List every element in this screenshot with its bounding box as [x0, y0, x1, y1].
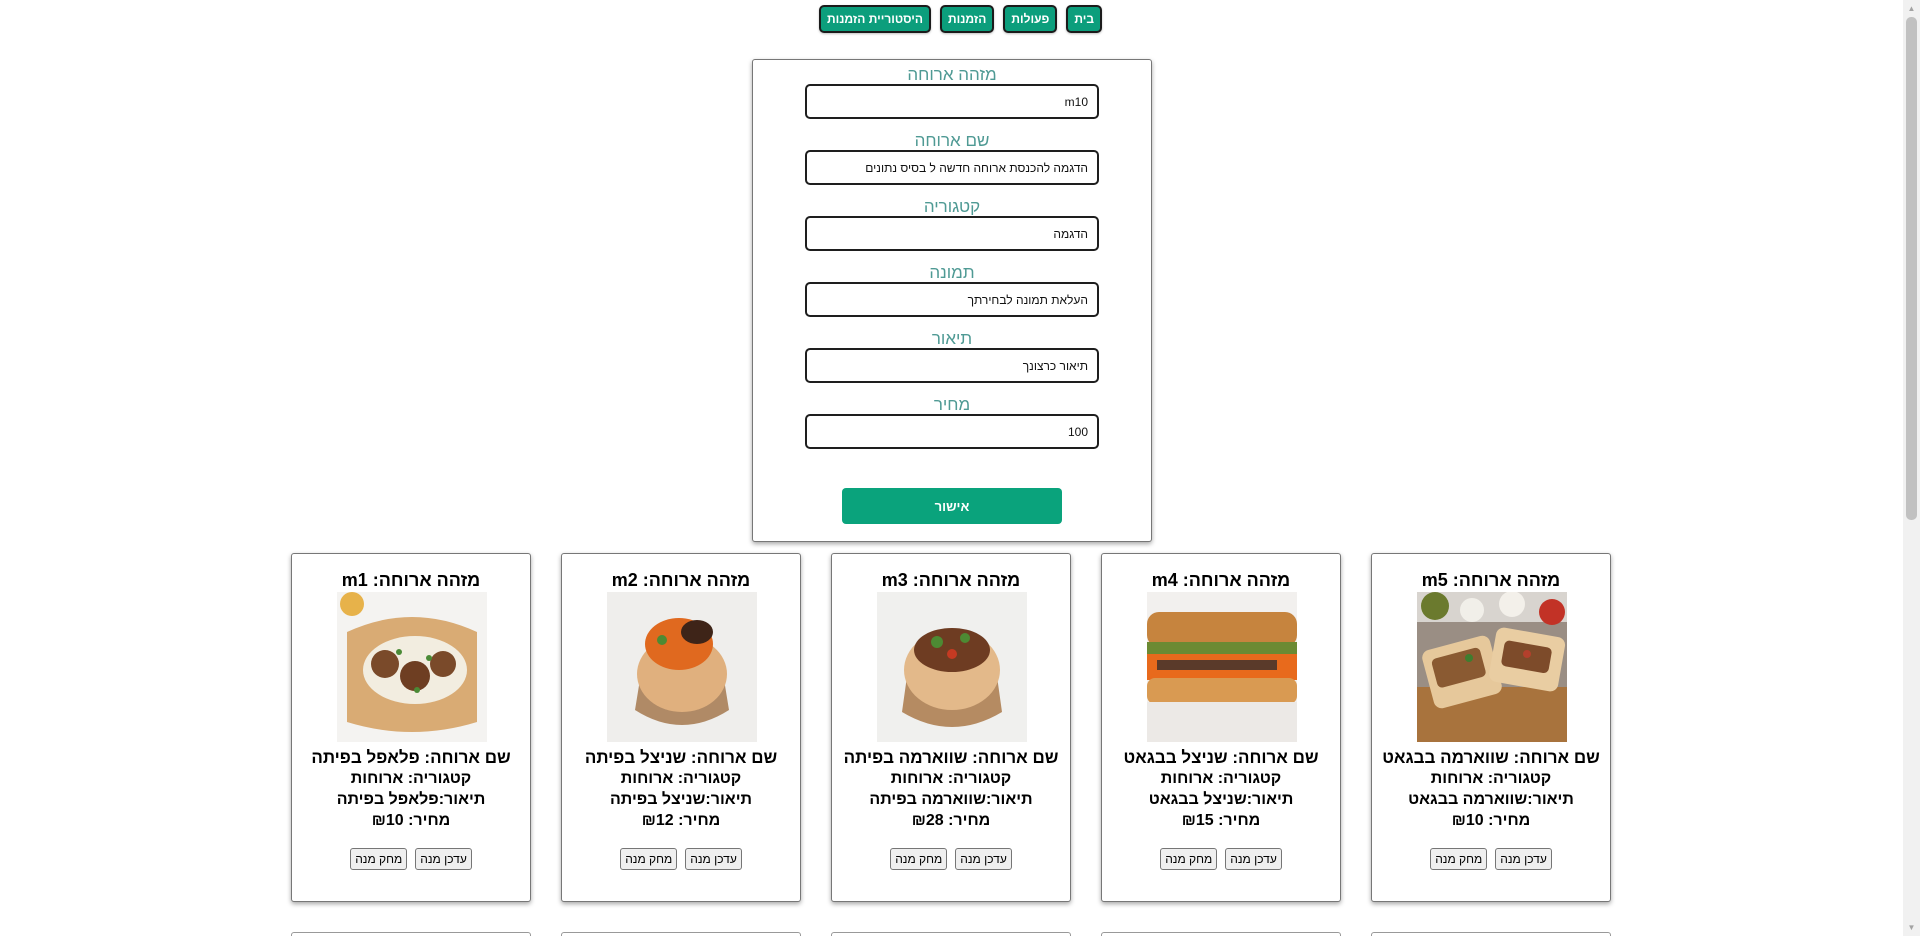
meal-price: מחיר: ₪10	[1451, 812, 1531, 829]
scroll-down-arrow-icon[interactable]: ▼	[1903, 919, 1920, 936]
meal-name: שם ארוחה: שניצל בפיתה	[584, 748, 778, 767]
meal-card: מזהה ארוחה: m1 שם ארוחה: פלאפל בפיתה קטג…	[291, 553, 531, 902]
delete-meal-button[interactable]: מחק מנה	[620, 848, 678, 870]
meal-name-field: שם ארוחה	[805, 132, 1099, 185]
meal-name-label: שם ארוחה	[914, 131, 990, 150]
meal-card-partial	[1371, 932, 1611, 936]
description-field: תיאור	[805, 330, 1099, 383]
nav-orders-button[interactable]: הזמנות	[939, 5, 995, 33]
meal-card-partial	[561, 932, 801, 936]
delete-meal-button[interactable]: מחק מנה	[890, 848, 948, 870]
meal-card-id: מזהה ארוחה: m4	[1151, 570, 1291, 590]
meal-category: קטגוריה: ארוחות	[1160, 770, 1282, 787]
meal-card: מזהה ארוחה: m5 שם ארוחה: שווארמה בבגאט ק…	[1371, 553, 1611, 902]
meal-actions: עדכן מנה מחק מנה	[1102, 848, 1340, 870]
delete-meal-button[interactable]: מחק מנה	[1160, 848, 1218, 870]
meal-name: שם ארוחה: שניצל בבגאט	[1123, 748, 1319, 767]
meal-id-input[interactable]	[805, 84, 1099, 119]
meal-image	[1147, 592, 1297, 742]
nav-home-button[interactable]: בית	[1066, 5, 1103, 33]
category-label: קטגוריה	[923, 197, 981, 216]
meal-actions: עדכן מנה מחק מנה	[1372, 848, 1610, 870]
meal-description: תיאור:שניצל בפיתה	[609, 791, 753, 808]
meal-card-partial	[291, 932, 531, 936]
meal-details: שם ארוחה: שניצל בבגאט קטגוריה: ארוחות תי…	[1102, 747, 1340, 831]
meal-card-id: מזהה ארוחה: m3	[881, 570, 1021, 590]
image-input[interactable]	[805, 282, 1099, 317]
meal-image	[337, 592, 487, 742]
meal-price: מחיר: ₪10	[371, 812, 451, 829]
meal-details: שם ארוחה: שווארמה בבגאט קטגוריה: ארוחות …	[1372, 747, 1610, 831]
add-meal-form: מזהה ארוחה שם ארוחה קטגוריה תמונה תיאור …	[752, 59, 1152, 542]
meal-card-id: מזהה ארוחה: m2	[611, 570, 751, 590]
meal-name: שם ארוחה: שווארמה בבגאט	[1382, 748, 1600, 767]
price-field: מחיר	[805, 396, 1099, 449]
meal-image	[607, 592, 757, 742]
category-field: קטגוריה	[805, 198, 1099, 251]
update-meal-button[interactable]: עדכן מנה	[1225, 848, 1282, 870]
image-label: תמונה	[929, 263, 975, 282]
meal-description: תיאור:שווארמה בפיתה	[869, 791, 1033, 808]
update-meal-button[interactable]: עדכן מנה	[1495, 848, 1552, 870]
meal-image	[877, 592, 1027, 742]
meal-details: שם ארוחה: שניצל בפיתה קטגוריה: ארוחות תי…	[562, 747, 800, 831]
update-meal-button[interactable]: עדכן מנה	[415, 848, 472, 870]
meal-details: שם ארוחה: פלאפל בפיתה קטגוריה: ארוחות תי…	[292, 747, 530, 831]
nav-actions-button[interactable]: פעולות	[1003, 5, 1058, 33]
category-input[interactable]	[805, 216, 1099, 251]
meal-actions: עדכן מנה מחק מנה	[562, 848, 800, 870]
meal-name: שם ארוחה: פלאפל בפיתה	[311, 748, 511, 767]
scroll-up-arrow-icon[interactable]: ▲	[1903, 0, 1920, 17]
meal-card: מזהה ארוחה: m3 שם ארוחה: שווארמה בפיתה ק…	[831, 553, 1071, 902]
vertical-scrollbar[interactable]: ▲ ▼	[1903, 0, 1920, 936]
meal-card: מזהה ארוחה: m4 שם ארוחה: שניצל בבגאט קטג…	[1101, 553, 1341, 902]
meal-category: קטגוריה: ארוחות	[620, 770, 742, 787]
submit-button[interactable]: אישור	[842, 488, 1062, 524]
meal-card-id: מזהה ארוחה: m5	[1421, 570, 1561, 590]
meal-card-partial	[1101, 932, 1341, 936]
meal-details: שם ארוחה: שווארמה בפיתה קטגוריה: ארוחות …	[832, 747, 1070, 831]
nav-order-history-button[interactable]: היסטוריית הזמנות	[819, 5, 931, 33]
meal-name-input[interactable]	[805, 150, 1099, 185]
image-field: תמונה	[805, 264, 1099, 317]
update-meal-button[interactable]: עדכן מנה	[955, 848, 1012, 870]
delete-meal-button[interactable]: מחק מנה	[1430, 848, 1488, 870]
meal-price: מחיר: ₪12	[641, 812, 721, 829]
description-input[interactable]	[805, 348, 1099, 383]
meal-category: קטגוריה: ארוחות	[1430, 770, 1552, 787]
page: היסטוריית הזמנות הזמנות פעולות בית מזהה …	[0, 0, 1920, 936]
meal-category: קטגוריה: ארוחות	[350, 770, 472, 787]
meal-price: מחיר: ₪15	[1181, 812, 1261, 829]
scrollbar-thumb[interactable]	[1906, 17, 1917, 520]
delete-meal-button[interactable]: מחק מנה	[350, 848, 408, 870]
meal-card: מזהה ארוחה: m2 שם ארוחה: שניצל בפיתה קטג…	[561, 553, 801, 902]
meal-description: תיאור:שניצל בבגאט	[1148, 791, 1294, 808]
meal-id-field: מזהה ארוחה	[805, 66, 1099, 119]
meal-name: שם ארוחה: שווארמה בפיתה	[843, 748, 1059, 767]
meal-id-label: מזהה ארוחה	[907, 65, 997, 84]
meal-card-partial	[831, 932, 1071, 936]
meal-image	[1417, 592, 1567, 742]
price-label: מחיר	[933, 395, 971, 414]
update-meal-button[interactable]: עדכן מנה	[685, 848, 742, 870]
top-nav: היסטוריית הזמנות הזמנות פעולות בית	[819, 5, 1103, 33]
meal-actions: עדכן מנה מחק מנה	[292, 848, 530, 870]
meal-price: מחיר: ₪28	[911, 812, 991, 829]
price-input[interactable]	[805, 414, 1099, 449]
meal-description: תיאור:פלאפל בפיתה	[336, 791, 486, 808]
meal-category: קטגוריה: ארוחות	[890, 770, 1012, 787]
meal-actions: עדכן מנה מחק מנה	[832, 848, 1070, 870]
description-label: תיאור	[931, 329, 973, 348]
meal-description: תיאור:שווארמה בבגאט	[1408, 791, 1574, 808]
meal-card-id: מזהה ארוחה: m1	[341, 570, 481, 590]
